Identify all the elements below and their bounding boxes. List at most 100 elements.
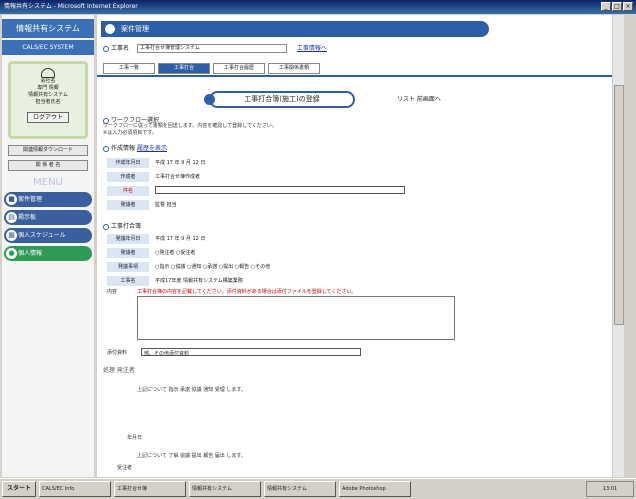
divider [97, 75, 624, 77]
field-value: 平成17年度 情報共有システム構築業務 [155, 278, 243, 284]
taskbar-item[interactable]: Adobe Photoshop [339, 481, 412, 497]
menu-item-board[interactable]: ▤ 掲示板 [4, 210, 92, 225]
field-row: 発議年月日 平成 17 年 9 月 12 日 [107, 234, 507, 244]
field-label: 発議者 [107, 248, 149, 258]
field-label: 工事名 [107, 276, 149, 286]
process-row: 年月日 [127, 435, 143, 441]
menu-item-label: 個人情報 [18, 250, 43, 257]
system-title: 情報共有システム [2, 19, 94, 38]
bullet-icon [103, 145, 109, 152]
project-select[interactable]: 工事打合せ簿管理システム [136, 44, 287, 53]
bullet-icon [103, 223, 109, 230]
tab-meeting[interactable]: 工事打合 [158, 63, 210, 74]
user-info-box: 会社名 専門 情報 情報共有システム 担当者氏名 ログアウト [8, 61, 88, 139]
creation-heading: 作成情報 履歴を表示 [103, 143, 167, 152]
field-row: 発議事項 ○指示 ○協議 ○通知 ○承諾 ○提出 ○報告 ○その他 [107, 262, 527, 272]
content-label: 内容 [107, 289, 118, 295]
project-row: 工事名 工事打合せ簿管理システム 工事情報へ [103, 43, 327, 53]
attachment-label: 添付資料 [107, 350, 128, 356]
page-banner: 案件管理 [101, 21, 489, 37]
maximize-button[interactable]: □ [612, 2, 622, 11]
window-controls: _ □ × [601, 2, 633, 11]
menu-item-label: 掲示板 [18, 214, 37, 221]
menu-item-project[interactable]: ■ 案件管理 [4, 192, 92, 207]
attachment-row: 添付資料 部、その他添付資料 [107, 348, 507, 358]
start-button[interactable]: スタート [2, 481, 37, 497]
folder-icon [105, 24, 115, 34]
person-icon: ● [6, 248, 17, 259]
bullet-icon [103, 45, 109, 52]
user-avatar-icon [41, 68, 55, 78]
attachment-input[interactable]: 部、その他添付資料 [141, 348, 361, 357]
process-row: 上記について 指示 承諾 協議 通知 受理 します。 [137, 387, 246, 393]
user-system: 情報共有システム [28, 92, 68, 98]
vertical-scrollbar[interactable] [612, 15, 624, 477]
menu-item-schedule[interactable]: ▦ 個人スケジュール [4, 228, 92, 243]
field-label: 発議事項 [107, 262, 149, 272]
field-row: 発議者 監督 担当 [107, 200, 507, 210]
history-link[interactable]: 履歴を表示 [137, 145, 167, 152]
date-select[interactable]: 平成 17 年 9 月 12 日 [155, 158, 205, 168]
close-button[interactable]: × [623, 2, 633, 11]
logout-button[interactable]: ログアウト [27, 112, 69, 123]
sidebar: 情報共有システム CALS/EC SYSTEM 会社名 専門 情報 情報共有シス… [2, 15, 94, 477]
scrollbar-thumb[interactable] [614, 85, 624, 325]
process-row: 上記について 了解 協議 提出 報告 届出 します。 [137, 453, 246, 459]
field-label: 作成年月日 [107, 158, 149, 168]
taskbar-item[interactable]: 情報共有システム [264, 481, 337, 497]
radio-group[interactable]: ○指示 ○協議 ○通知 ○承諾 ○提出 ○報告 ○その他 [155, 262, 270, 272]
tab-history[interactable]: 工事打合履歴 [213, 63, 265, 74]
field-label: 作成者 [107, 172, 149, 182]
section-title: 工事打合簿(施工)の登録 [204, 91, 355, 108]
calendar-icon: ▦ [6, 230, 17, 241]
date-select[interactable]: 平成 17 年 9 月 12 日 [155, 234, 205, 244]
field-label: 件名 [107, 186, 149, 196]
process-heading: 処理 発注者 [103, 367, 135, 374]
tab-documents[interactable]: 工事関係書類 [268, 63, 320, 74]
field-row: 件名 [107, 186, 507, 196]
user-role: 担当者氏名 [35, 99, 61, 105]
field-value: 監督 担当 [155, 202, 177, 208]
system-tray-clock: 13:01 [586, 481, 634, 497]
taskbar-item[interactable]: CALS/EC Info [39, 481, 112, 497]
process-row: 受注者 [117, 465, 133, 471]
user-company: 会社名 [40, 78, 56, 84]
document-icon: ■ [6, 194, 17, 205]
note-line-2: ※は入力必須項目です。 [103, 130, 157, 136]
menu-label: MENU [33, 177, 63, 188]
board-icon: ▤ [6, 212, 17, 223]
system-subtitle: CALS/EC SYSTEM [2, 40, 94, 55]
taskbar: スタート CALS/EC Info 工事打合せ簿 情報共有システム 情報共有シス… [0, 478, 636, 499]
project-info-link[interactable]: 工事情報へ [297, 45, 327, 52]
radio-group[interactable]: ○発注者 ○受注者 [155, 248, 195, 258]
subject-input[interactable] [155, 186, 405, 194]
field-value: 工事打合せ簿作成者 [155, 174, 201, 180]
field-row: 発議者 ○発注者 ○受注者 [107, 248, 507, 258]
section-title-text: 工事打合簿(施工)の登録 [244, 95, 320, 103]
taskbar-item[interactable]: 情報共有システム [189, 481, 262, 497]
field-label: 発議者 [107, 200, 149, 210]
field-label: 発議年月日 [107, 234, 149, 244]
taskbar-item[interactable]: 工事打合せ簿 [114, 481, 187, 497]
project-label: 工事名 [111, 45, 130, 52]
window-titlebar: 情報共有システム - Microsoft Internet Explorer _… [0, 0, 636, 14]
window-title: 情報共有システム - Microsoft Internet Explorer [4, 3, 138, 10]
page-title: 案件管理 [121, 25, 149, 33]
menu-item-label: 案件管理 [18, 196, 43, 203]
field-row: 作成年月日 平成 17 年 9 月 12 日 [107, 158, 507, 168]
user-name: 専門 情報 [37, 85, 59, 91]
minimize-button[interactable]: _ [601, 2, 611, 11]
content-textarea[interactable] [137, 296, 455, 340]
tab-list[interactable]: 工事一覧 [103, 63, 155, 74]
section-dot-icon [204, 94, 215, 105]
tab-bar: 工事一覧 工事打合 工事打合履歴 工事関係書類 [103, 63, 320, 74]
meeting-heading: 工事打合簿 [103, 221, 141, 230]
main-content: 案件管理 工事名 工事打合せ簿管理システム 工事情報へ 工事一覧 工事打合 工事… [97, 15, 624, 477]
menu-item-personal[interactable]: ● 個人情報 [4, 246, 92, 261]
contacts-button[interactable]: 関 係 者 名 [8, 160, 88, 171]
menu-item-label: 個人スケジュール [18, 232, 66, 239]
download-button[interactable]: 関連情報ダウンロード [8, 145, 88, 156]
section-nav-links[interactable]: リスト 前画面へ [397, 94, 441, 103]
field-row: 作成者 工事打合せ簿作成者 [107, 172, 507, 182]
note-line-1: ワークフローに従って書類を回送します。内容を確認して登録してください。 [103, 123, 277, 129]
